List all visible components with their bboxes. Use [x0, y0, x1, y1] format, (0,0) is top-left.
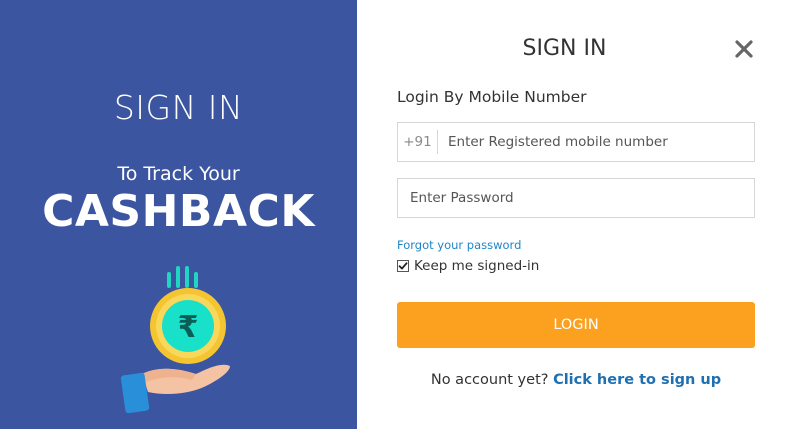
hand-icon — [120, 364, 230, 414]
login-button[interactable]: LOGIN — [397, 302, 755, 348]
mobile-number-input[interactable] — [438, 123, 753, 161]
promo-headline: CASHBACK — [42, 186, 315, 237]
rupee-symbol: ₹ — [178, 310, 199, 345]
password-field — [397, 178, 755, 218]
coin-icon: ₹ — [150, 288, 226, 364]
keep-signed-in-label: Keep me signed-in — [414, 258, 540, 274]
promo-panel: SIGN IN To Track Your CASHBACK ₹ — [0, 0, 357, 429]
promo-title: SIGN IN — [113, 88, 244, 127]
signup-prompt-text: No account yet? — [430, 372, 549, 388]
signup-link[interactable]: Click here to sign up — [553, 372, 721, 388]
keep-signed-in-checkbox[interactable] — [397, 260, 409, 272]
forgot-password-link[interactable]: Forgot your password — [397, 238, 521, 252]
country-code-prefix: +91 — [398, 130, 438, 154]
login-method-label: Login By Mobile Number — [397, 88, 587, 106]
mobile-number-field: +91 — [397, 122, 755, 162]
modal-title: SIGN IN — [522, 36, 607, 61]
close-button[interactable] — [731, 36, 757, 62]
rupee-coin-in-hand-icon: ₹ — [120, 266, 230, 414]
keep-signed-in: Keep me signed-in — [397, 258, 539, 274]
close-icon — [735, 40, 753, 58]
sparkle-lines — [167, 266, 198, 288]
password-input[interactable] — [398, 179, 754, 217]
signup-prompt: No account yet? Click here to sign up — [397, 372, 755, 388]
promo-subtitle: To Track Your — [117, 163, 240, 185]
checkmark-icon — [398, 262, 408, 270]
sign-in-modal: SIGN IN Login By Mobile Number +91 Forgo… — [357, 0, 795, 429]
